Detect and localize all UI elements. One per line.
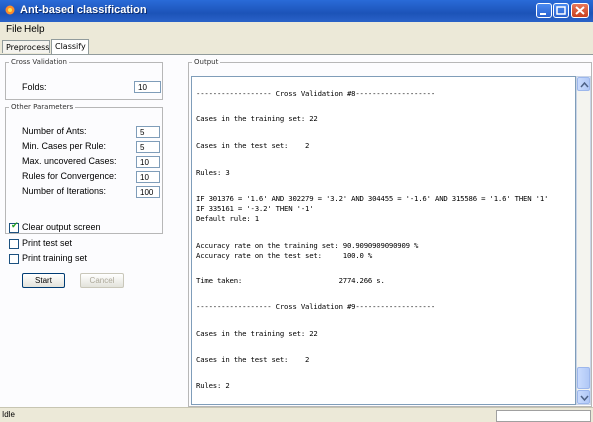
maximize-button[interactable] bbox=[553, 3, 569, 18]
output-line: Cases in the training set: 22 bbox=[196, 114, 318, 123]
min-cases-per-rule-label: Min. Cases per Rule: bbox=[22, 141, 107, 151]
print-test-set-checkbox[interactable] bbox=[9, 239, 19, 249]
title-bar: Ant-based classification bbox=[0, 0, 593, 22]
tab-preprocess[interactable]: Preprocess bbox=[2, 40, 50, 53]
folds-label: Folds: bbox=[22, 82, 47, 92]
number-of-ants-input[interactable]: 5 bbox=[136, 126, 160, 138]
output-line: ------------------ Cross Validation #8--… bbox=[196, 89, 436, 98]
menu-bar: File Help bbox=[0, 22, 593, 38]
number-of-ants-label: Number of Ants: bbox=[22, 126, 87, 136]
print-training-set-checkbox[interactable] bbox=[9, 254, 19, 264]
output-line: Default rule: 1 bbox=[196, 214, 259, 223]
print-test-set-label: Print test set bbox=[22, 238, 73, 248]
output-text-area[interactable]: ------------------ Cross Validation #8--… bbox=[191, 76, 576, 405]
status-bar: Idle bbox=[0, 407, 593, 422]
clear-output-checkbox[interactable] bbox=[9, 221, 19, 233]
clear-output-label: Clear output screen bbox=[22, 222, 101, 232]
output-line: IF 301376 = '1.6' AND 302279 = '3.2' AND… bbox=[196, 194, 549, 203]
output-scrollbar[interactable] bbox=[576, 76, 591, 405]
output-line: Accuracy rate on the training set: 90.90… bbox=[196, 241, 419, 250]
min-cases-per-rule-input[interactable]: 5 bbox=[136, 141, 160, 153]
close-button[interactable] bbox=[571, 3, 589, 18]
max-uncovered-cases-label: Max. uncovered Cases: bbox=[22, 156, 117, 166]
scrollbar-thumb[interactable] bbox=[577, 367, 590, 389]
max-uncovered-cases-input[interactable]: 10 bbox=[136, 156, 160, 168]
menu-file[interactable]: File bbox=[6, 24, 22, 35]
menu-help[interactable]: Help bbox=[24, 24, 45, 35]
output-line: Cases in the test set: 2 bbox=[196, 355, 310, 364]
other-parameters-legend: Other Parameters bbox=[11, 103, 74, 111]
output-line: IF 335161 = '-3.2' THEN '-1' bbox=[196, 204, 314, 213]
folds-input[interactable]: 10 bbox=[134, 81, 161, 93]
output-line: Time taken: 2774.266 s. bbox=[196, 276, 385, 285]
cross-validation-legend: Cross Validation bbox=[11, 58, 67, 66]
output-legend: Output bbox=[194, 58, 219, 66]
print-training-set-label: Print training set bbox=[22, 253, 88, 263]
status-text: Idle bbox=[2, 410, 15, 419]
output-line: Rules: 2 bbox=[196, 381, 230, 390]
tab-strip: Preprocess Classify bbox=[0, 38, 593, 54]
classify-panel: Cross Validation Folds: 10 Other Paramet… bbox=[0, 54, 593, 408]
output-line: Cases in the training set: 22 bbox=[196, 329, 318, 338]
status-box bbox=[496, 410, 591, 422]
scroll-down-button[interactable] bbox=[577, 390, 590, 404]
start-button[interactable]: Start bbox=[22, 273, 65, 288]
number-of-iterations-input[interactable]: 100 bbox=[136, 186, 160, 198]
output-line: Cases in the test set: 2 bbox=[196, 141, 310, 150]
output-line: Rules: 3 bbox=[196, 168, 230, 177]
app-icon bbox=[4, 4, 17, 17]
cancel-button[interactable]: Cancel bbox=[80, 273, 124, 288]
rules-for-convergence-label: Rules for Convergence: bbox=[22, 171, 117, 181]
window-title: Ant-based classification bbox=[20, 4, 147, 16]
output-line: ------------------ Cross Validation #9--… bbox=[196, 302, 436, 311]
output-line: Accuracy rate on the test set: 100.0 % bbox=[196, 251, 373, 260]
scroll-up-button[interactable] bbox=[577, 77, 590, 91]
rules-for-convergence-input[interactable]: 10 bbox=[136, 171, 160, 183]
number-of-iterations-label: Number of Iterations: bbox=[22, 186, 107, 196]
tab-classify[interactable]: Classify bbox=[51, 39, 89, 54]
minimize-button[interactable] bbox=[536, 3, 552, 18]
